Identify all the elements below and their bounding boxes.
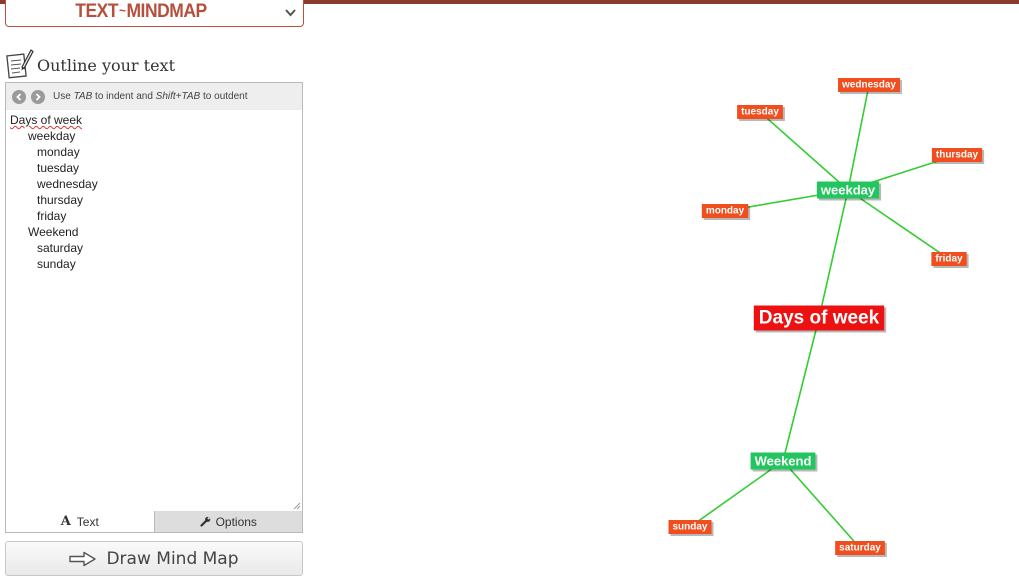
mindmap-leaf-thursday[interactable]: thursday <box>931 148 985 164</box>
mindmap-branch-weekday-label: weekday <box>820 183 876 198</box>
connector-weekday-tuesday <box>759 111 849 191</box>
mind-map-canvas: Days of week weekday monday tuesday wednesda… <box>668 78 985 557</box>
mindmap-leaf-wednesday[interactable]: wednesday <box>838 78 902 94</box>
mindmap-leaf-friday-label: friday <box>935 254 963 265</box>
mindmap-leaf-wednesday-label: wednesday <box>841 80 896 91</box>
mindmap-leaf-monday[interactable]: monday <box>701 204 751 220</box>
mindmap-leaf-friday[interactable]: friday <box>931 252 969 268</box>
mindmap-root-node[interactable]: Days of week <box>753 305 887 333</box>
mindmap-leaf-monday-label: monday <box>706 206 745 217</box>
connector-weekend-saturday <box>782 460 861 549</box>
mindmap-branch-weekend-label: Weekend <box>755 454 812 469</box>
connector-weekday-wednesday <box>847 84 870 191</box>
mindmap-leaf-tuesday-label: tuesday <box>741 107 779 118</box>
mindmap-branch-weekday[interactable]: weekday <box>816 181 882 201</box>
mindmap-leaf-saturday[interactable]: saturday <box>835 541 887 557</box>
mindmap-leaf-tuesday[interactable]: tuesday <box>737 105 785 121</box>
mindmap-leaf-sunday-label: sunday <box>672 522 707 533</box>
connector-root-weekday <box>818 189 849 319</box>
connector-root-weekend <box>782 317 820 462</box>
mindmap-leaf-thursday-label: thursday <box>936 150 979 161</box>
mindmap-leaf-saturday-label: saturday <box>839 543 881 554</box>
mindmap-branch-weekend[interactable]: Weekend <box>750 452 818 472</box>
mindmap-root-node-label: Days of week <box>759 308 880 329</box>
mindmap-leaf-sunday[interactable]: sunday <box>668 520 714 536</box>
